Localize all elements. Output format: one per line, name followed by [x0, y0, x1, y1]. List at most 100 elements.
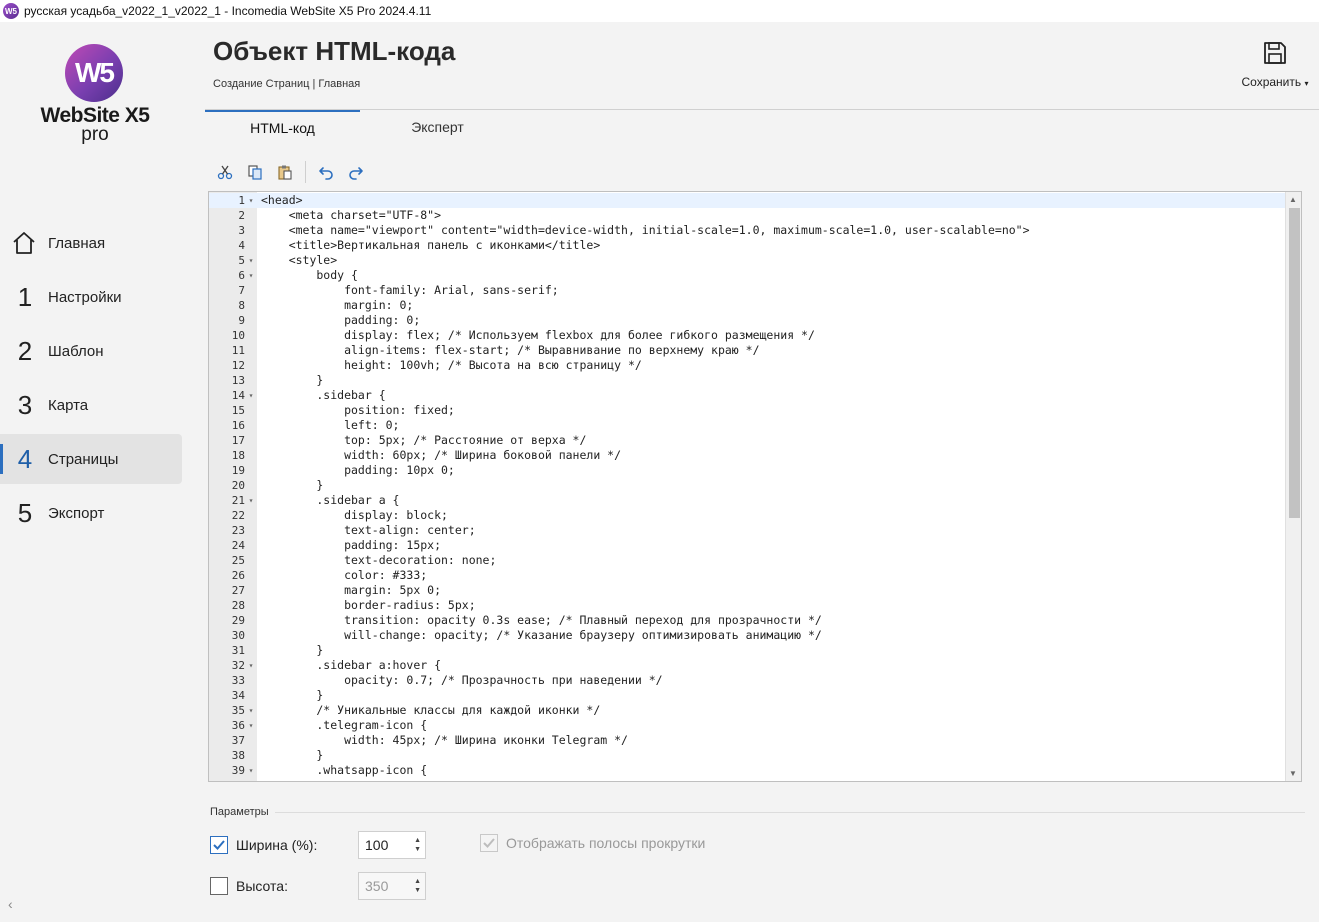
paste-button[interactable]: [273, 160, 297, 184]
code-area[interactable]: 1 ▾ <head> 2 <meta charset="UTF-8"> 3 <meta …: [209, 193, 1289, 778]
fold-toggle-icon[interactable]: ▾: [245, 268, 257, 283]
code-line[interactable]: 8 margin: 0;: [209, 298, 1289, 313]
fold-toggle-icon[interactable]: ▾: [245, 718, 257, 733]
fold-toggle-icon[interactable]: ▾: [245, 193, 257, 208]
code-line[interactable]: 22 display: block;: [209, 508, 1289, 523]
code-line[interactable]: 33 opacity: 0.7; /* Прозрачность при нав…: [209, 673, 1289, 688]
line-number: 18: [231, 449, 245, 462]
code-editor[interactable]: 1 ▾ <head> 2 <meta charset="UTF-8"> 3 <meta …: [208, 191, 1302, 782]
height-stepper[interactable]: 350 ▲ ▼: [358, 872, 426, 900]
code-line[interactable]: 4 <title>Вертикальная панель с иконками<…: [209, 238, 1289, 253]
code-line[interactable]: 37 width: 45px; /* Ширина иконки Telegra…: [209, 733, 1289, 748]
code-line[interactable]: 23 text-align: center;: [209, 523, 1289, 538]
code-line[interactable]: 14 ▾ .sidebar {: [209, 388, 1289, 403]
code-line[interactable]: 13 }: [209, 373, 1289, 388]
line-text: position: fixed;: [261, 403, 455, 417]
params-title: Параметры: [210, 806, 269, 818]
width-value[interactable]: 100: [365, 837, 388, 853]
width-checkbox[interactable]: [210, 836, 228, 854]
height-value[interactable]: 350: [365, 878, 388, 894]
code-line[interactable]: 10 display: flex; /* Используем flexbox …: [209, 328, 1289, 343]
line-text: .sidebar {: [261, 388, 386, 402]
redo-button[interactable]: [344, 160, 368, 184]
code-line[interactable]: 35 ▾ /* Уникальные классы для каждой икон…: [209, 703, 1289, 718]
increment-icon[interactable]: ▲: [414, 836, 421, 845]
tab-expert[interactable]: Эксперт: [360, 110, 515, 144]
code-line[interactable]: 32 ▾ .sidebar a:hover {: [209, 658, 1289, 673]
code-line[interactable]: 28 border-radius: 5px;: [209, 598, 1289, 613]
cut-button[interactable]: [213, 160, 237, 184]
code-line[interactable]: 34 }: [209, 688, 1289, 703]
cut-icon: [217, 165, 233, 180]
collapse-sidebar-icon[interactable]: ‹: [8, 896, 13, 912]
code-line[interactable]: 30 will-change: opacity; /* Указание бра…: [209, 628, 1289, 643]
line-number: 20: [231, 479, 245, 492]
scroll-up-icon[interactable]: ▲: [1289, 195, 1297, 204]
code-line[interactable]: 19 padding: 10px 0;: [209, 463, 1289, 478]
code-line[interactable]: 27 margin: 5px 0;: [209, 583, 1289, 598]
fold-toggle-icon[interactable]: ▾: [245, 658, 257, 673]
undo-button[interactable]: [314, 160, 338, 184]
line-text: }: [261, 748, 324, 762]
line-number: 25: [231, 554, 245, 567]
height-checkbox[interactable]: [210, 877, 228, 895]
code-line[interactable]: 3 <meta name="viewport" content="width=d…: [209, 223, 1289, 238]
code-line[interactable]: 7 font-family: Arial, sans-serif;: [209, 283, 1289, 298]
fold-toggle-icon[interactable]: ▾: [245, 703, 257, 718]
tab-html-code[interactable]: HTML-код: [205, 110, 360, 144]
code-line[interactable]: 16 left: 0;: [209, 418, 1289, 433]
nav-item-template[interactable]: 2 Шаблон: [0, 326, 182, 376]
home-icon: [0, 230, 48, 256]
copy-button[interactable]: [243, 160, 267, 184]
line-number: 22: [231, 509, 245, 522]
code-line[interactable]: 12 height: 100vh; /* Высота на всю стран…: [209, 358, 1289, 373]
nav-item-pages[interactable]: 4 Страницы: [0, 434, 182, 484]
code-line[interactable]: 6 ▾ body {: [209, 268, 1289, 283]
increment-icon[interactable]: ▲: [414, 877, 421, 886]
line-number: 37: [231, 734, 245, 747]
fold-toggle-icon[interactable]: ▾: [245, 493, 257, 508]
code-line[interactable]: 11 align-items: flex-start; /* Выравнива…: [209, 343, 1289, 358]
code-line[interactable]: 36 ▾ .telegram-icon {: [209, 718, 1289, 733]
nav-item-export[interactable]: 5 Экспорт: [0, 488, 182, 538]
line-text: margin: 0;: [261, 298, 414, 312]
save-dropdown-icon[interactable]: ▾: [1304, 79, 1308, 88]
line-text: body {: [261, 268, 358, 282]
scrollbar-thumb[interactable]: [1289, 208, 1300, 518]
decrement-icon[interactable]: ▼: [414, 886, 421, 895]
code-line[interactable]: 38 }: [209, 748, 1289, 763]
editor-scrollbar[interactable]: ▲ ▼: [1285, 192, 1301, 781]
code-line[interactable]: 1 ▾ <head>: [209, 193, 1289, 208]
save-button[interactable]: Сохранить ▾: [1239, 40, 1311, 89]
scrollbars-checkbox[interactable]: [480, 834, 498, 852]
nav-label: Настройки: [48, 288, 122, 306]
code-line[interactable]: 20 }: [209, 478, 1289, 493]
code-line[interactable]: 26 color: #333;: [209, 568, 1289, 583]
decrement-icon[interactable]: ▼: [414, 845, 421, 854]
code-line[interactable]: 25 text-decoration: none;: [209, 553, 1289, 568]
code-line[interactable]: 5 ▾ <style>: [209, 253, 1289, 268]
nav-item-map[interactable]: 3 Карта: [0, 380, 182, 430]
code-line[interactable]: 15 position: fixed;: [209, 403, 1289, 418]
code-line[interactable]: 9 padding: 0;: [209, 313, 1289, 328]
code-line[interactable]: 24 padding: 15px;: [209, 538, 1289, 553]
copy-icon: [248, 165, 262, 180]
nav-item-home[interactable]: Главная: [0, 218, 182, 268]
code-line[interactable]: 29 transition: opacity 0.3s ease; /* Пла…: [209, 613, 1289, 628]
fold-toggle-icon[interactable]: ▾: [245, 763, 257, 778]
code-line[interactable]: 31 }: [209, 643, 1289, 658]
nav-item-settings[interactable]: 1 Настройки: [0, 272, 182, 322]
code-line[interactable]: 39 ▾ .whatsapp-icon {: [209, 763, 1289, 778]
fold-toggle-icon[interactable]: ▾: [245, 388, 257, 403]
code-line[interactable]: 17 top: 5px; /* Расстояние от верха */: [209, 433, 1289, 448]
scroll-down-icon[interactable]: ▼: [1289, 769, 1297, 778]
code-line[interactable]: 21 ▾ .sidebar a {: [209, 493, 1289, 508]
width-stepper[interactable]: 100 ▲ ▼: [358, 831, 426, 859]
code-line[interactable]: 18 width: 60px; /* Ширина боковой панели…: [209, 448, 1289, 463]
fold-toggle-icon[interactable]: ▾: [245, 253, 257, 268]
code-line[interactable]: 2 <meta charset="UTF-8">: [209, 208, 1289, 223]
line-number: 13: [231, 374, 245, 387]
